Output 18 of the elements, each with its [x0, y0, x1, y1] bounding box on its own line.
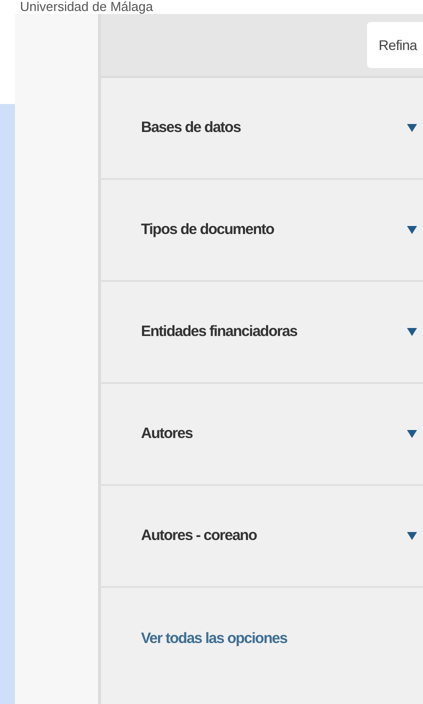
facet-row[interactable]: Entidades financiadoras	[101, 282, 423, 384]
caret-down-icon[interactable]	[407, 532, 417, 540]
refine-button[interactable]: Refina	[366, 22, 423, 68]
facet-label: Entidades financiadoras	[141, 322, 298, 342]
facet-row[interactable]: Autores	[101, 384, 423, 486]
facet-row[interactable]: Tipos de documento	[101, 180, 423, 282]
caret-down-icon[interactable]	[407, 430, 417, 438]
caret-down-icon[interactable]	[407, 328, 417, 336]
facet-row[interactable]: Bases de datos	[101, 78, 423, 180]
institution-name: Universidad de Málaga	[20, 0, 153, 14]
facet-label: Autores - coreano	[141, 526, 257, 546]
facet-label: Tipos de documento	[141, 220, 274, 240]
facet-label: Autores	[141, 424, 192, 444]
more-options-link[interactable]: Ver todas las opciones	[141, 628, 288, 650]
caret-down-icon[interactable]	[407, 124, 417, 132]
facet-row[interactable]: Autores - coreano	[101, 486, 423, 588]
caret-down-icon[interactable]	[407, 226, 417, 234]
facet-label: Bases de datos	[141, 118, 241, 138]
